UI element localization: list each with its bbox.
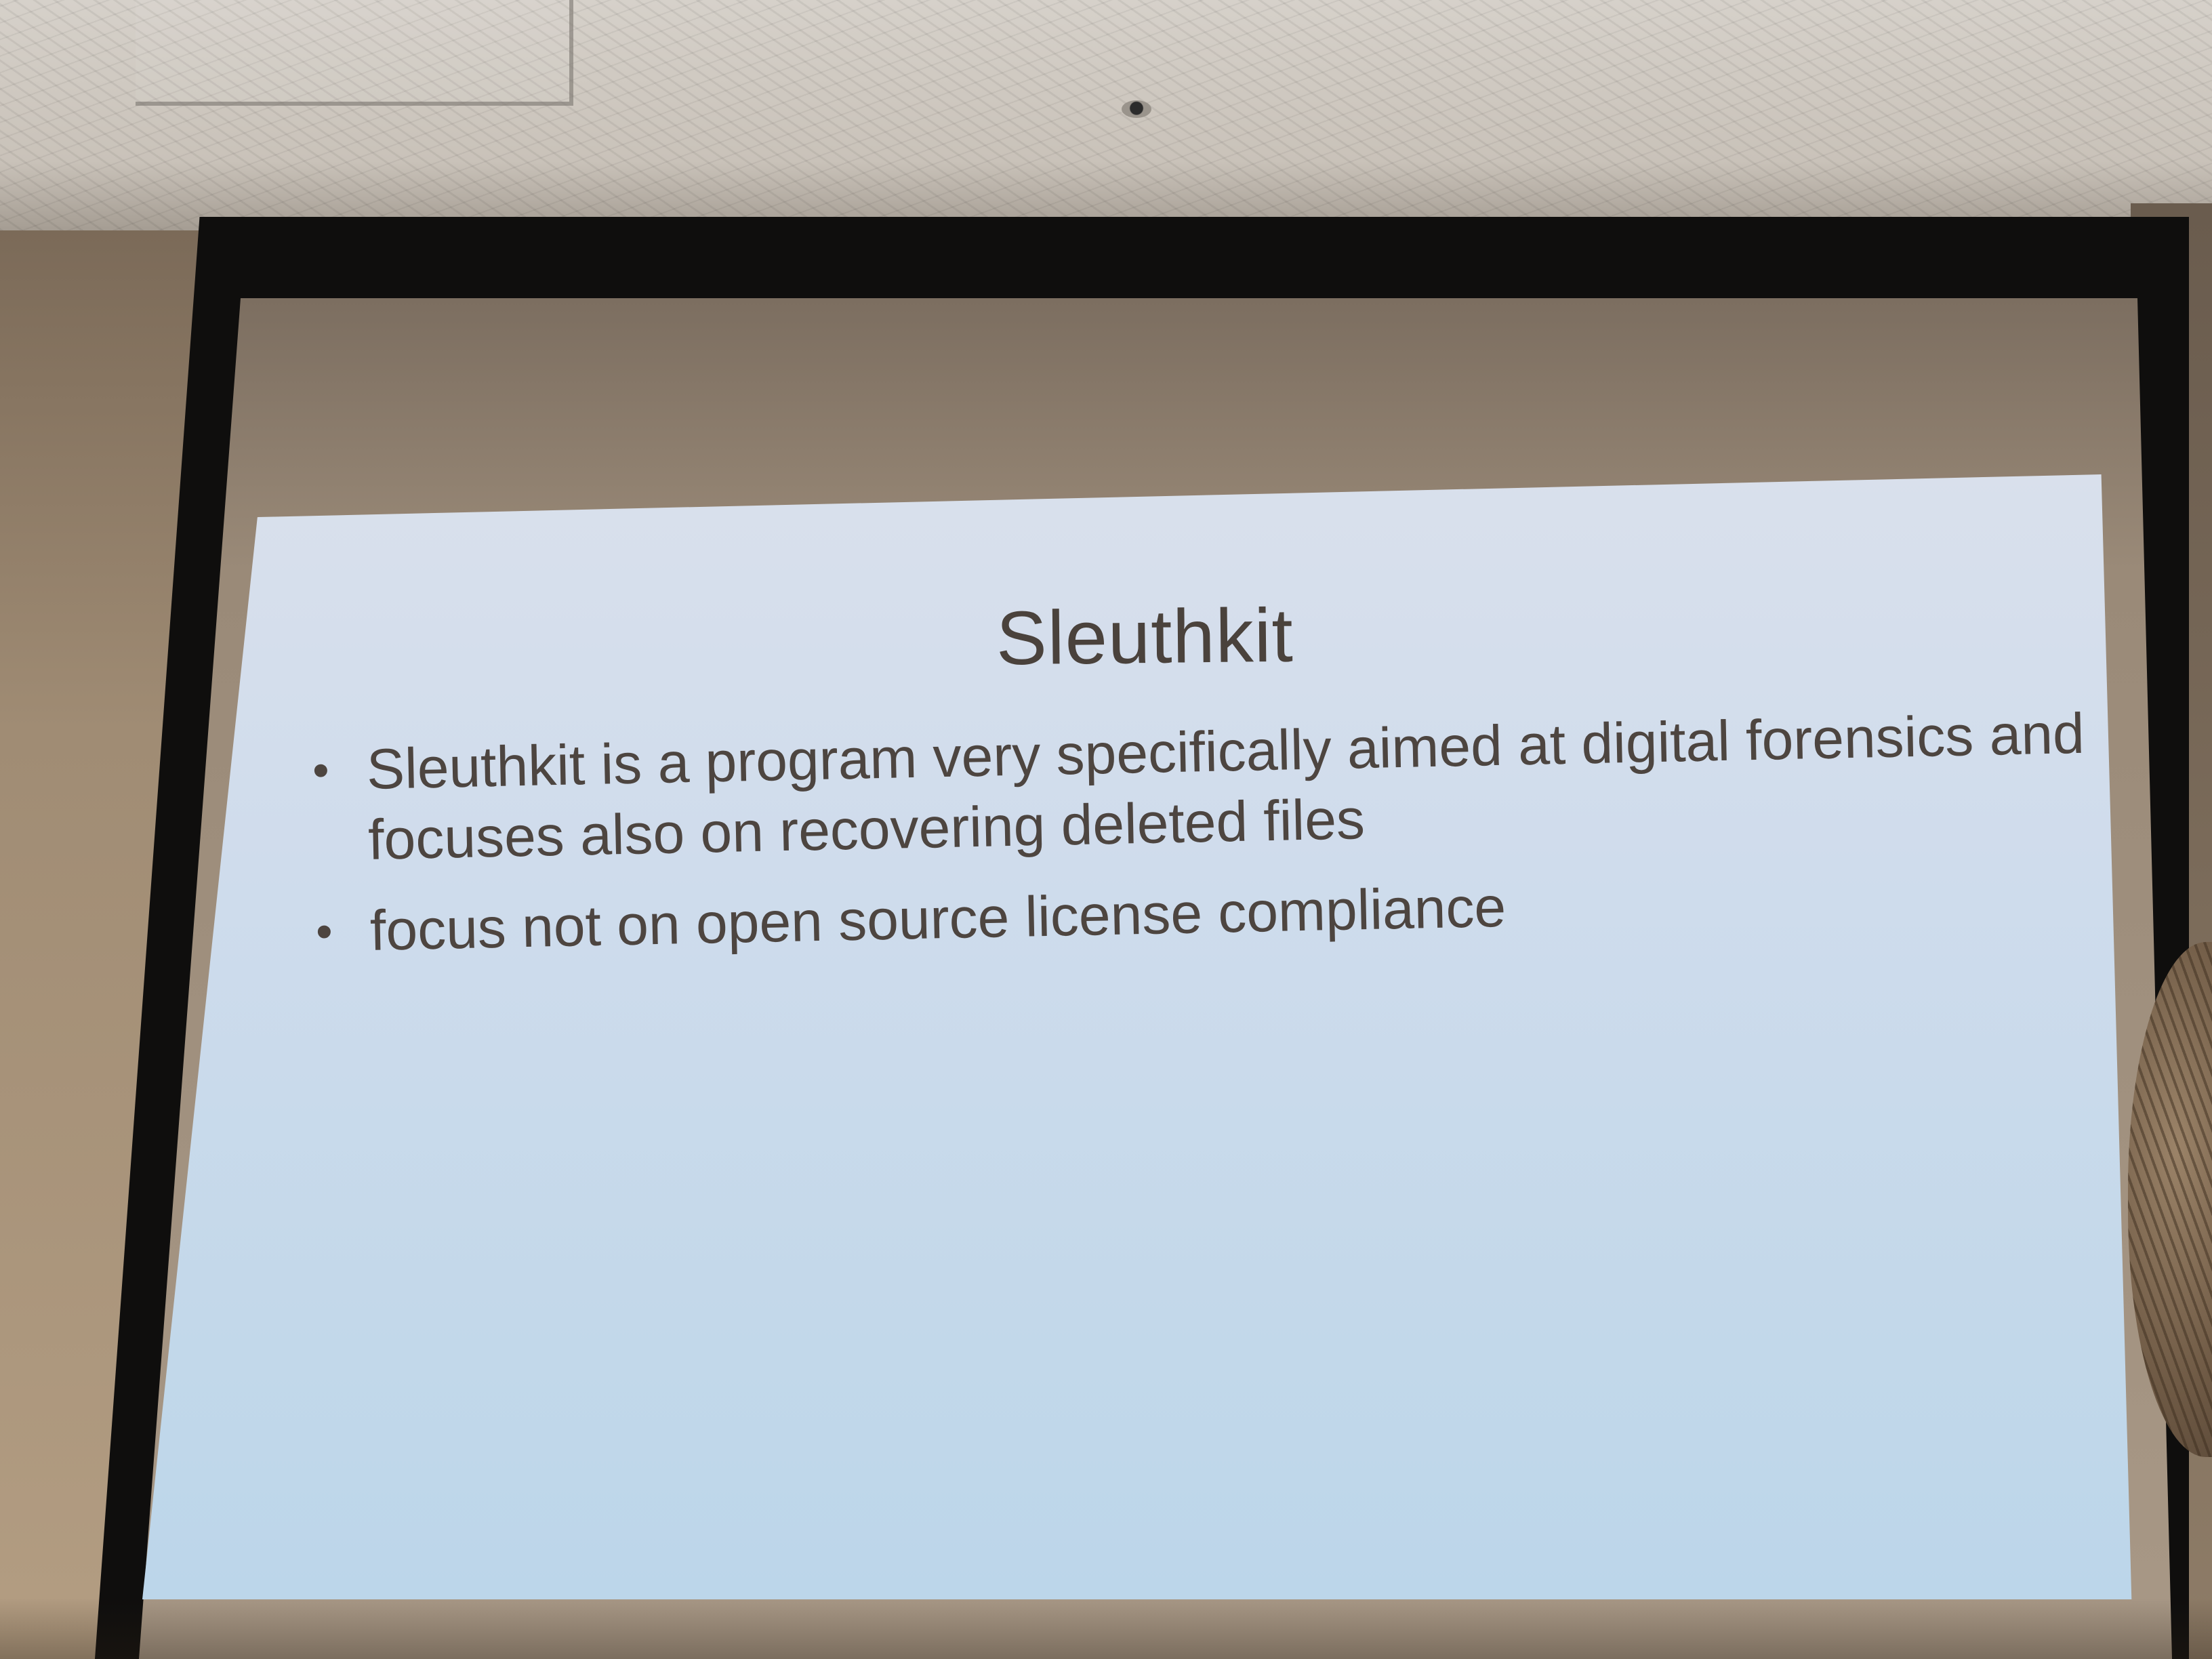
ceiling (0, 0, 2212, 230)
lecture-room-photo: Sleuthkit • Sleuthkit is a program very … (0, 0, 2212, 1659)
bullet-text: focus not on open source license complia… (369, 874, 1507, 962)
bullet-icon: • (312, 743, 330, 797)
foreground-shadow (0, 1598, 2212, 1659)
ceiling-sensor (1122, 100, 1151, 118)
slide-bullet-list: • Sleuthkit is a program very specifical… (298, 698, 2092, 987)
slide-title: Sleuthkit (996, 592, 1294, 681)
ceiling-tile (136, 0, 573, 106)
bullet-icon: • (315, 905, 333, 958)
slide-bullet: • focus not on open source license compl… (302, 859, 2092, 967)
